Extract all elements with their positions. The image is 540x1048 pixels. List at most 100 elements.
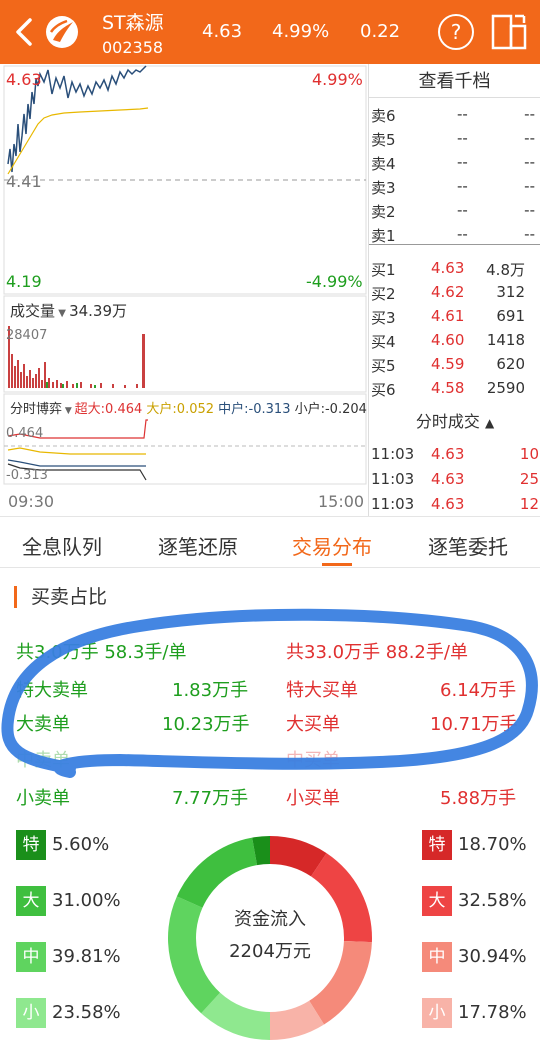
ask-row: 卖1 -- -- xyxy=(369,222,540,246)
tab-bar: 全息队列 逐笔还原 交易分布 逐笔委托 xyxy=(0,516,540,568)
ask-volume: -- xyxy=(524,129,535,147)
volume-label[interactable]: 成交量 ▼ 34.39万 xyxy=(10,300,127,321)
sell-value-s: 7.77万手 xyxy=(172,788,249,809)
sell-value-l: 10.23万手 xyxy=(162,714,250,735)
tab-tick-restore[interactable]: 逐笔还原 xyxy=(158,531,238,560)
trade-time: 11:03 xyxy=(371,445,415,463)
buy-total: 共33.0万手 88.2手/单 xyxy=(286,642,468,663)
trade-price: 4.63 xyxy=(431,445,465,463)
help-button[interactable]: ? xyxy=(438,14,474,50)
bid-label: 买4 xyxy=(371,333,396,351)
bid-price: 4.60 xyxy=(431,331,465,349)
bid-price: 4.62 xyxy=(431,283,465,301)
order-book-panel: 查看千档 卖6 -- -- 卖5 -- -- 卖4 -- -- 卖3 -- -- 卖2 -- -- 卖1 -- -… xyxy=(368,64,540,516)
back-arrow-icon[interactable] xyxy=(8,14,38,50)
tab-trade-distribution[interactable]: 交易分布 xyxy=(292,531,372,560)
ask-row: 卖4 -- -- xyxy=(369,150,540,174)
stock-name: ST森源 xyxy=(102,12,164,34)
ask-row: 卖3 -- -- xyxy=(369,174,540,198)
ask-volume: -- xyxy=(524,201,535,219)
ask-price: -- xyxy=(457,201,468,219)
app-logo-icon xyxy=(46,16,78,48)
bid-volume: 2590 xyxy=(486,379,525,397)
trade-row: 11:03 4.63 25 xyxy=(369,467,540,491)
low-price-label: 4.19 xyxy=(6,272,42,291)
current-price: 4.63 xyxy=(202,21,243,42)
section-title: 买卖占比 xyxy=(14,586,107,608)
game-top-label: 0.464 xyxy=(6,426,44,441)
buy-value-xl: 6.14万手 xyxy=(440,680,517,701)
buy-label-m: 中买单 xyxy=(286,750,340,771)
trade-time: 11:03 xyxy=(371,495,415,513)
trade-volume: 12 xyxy=(519,495,539,513)
bid-row: 买4 4.60 1418 xyxy=(369,328,540,352)
ask-price: -- xyxy=(457,177,468,195)
bid-label: 买3 xyxy=(371,309,396,327)
trade-price: 4.63 xyxy=(431,495,465,513)
bid-price: 4.59 xyxy=(431,355,465,373)
bid-price: 4.58 xyxy=(431,379,465,397)
change-amount: 0.22 xyxy=(360,21,401,42)
ask-row: 卖2 -- -- xyxy=(369,198,540,222)
high-pct-label: 4.99% xyxy=(312,70,363,89)
bid-price: 4.61 xyxy=(431,307,465,325)
ask-volume: -- xyxy=(524,177,535,195)
low-pct-label: -4.99% xyxy=(306,272,363,291)
bid-volume: 312 xyxy=(496,283,525,301)
buy-label-l: 大买单 xyxy=(286,714,340,735)
time-end-label: 15:00 xyxy=(318,492,365,511)
ask-label: 卖5 xyxy=(371,131,396,149)
ask-label: 卖1 xyxy=(371,227,396,245)
ask-volume: -- xyxy=(524,225,535,243)
bid-label: 买5 xyxy=(371,357,396,375)
trades-title[interactable]: 分时成交 ▲ xyxy=(369,408,540,432)
bid-volume: 620 xyxy=(496,355,525,373)
ask-volume: -- xyxy=(524,105,535,123)
sell-label-m: 中卖单 xyxy=(16,750,70,771)
bid-row: 买2 4.62 312 xyxy=(369,280,540,304)
sell-value-xl: 1.83万手 xyxy=(172,680,249,701)
time-start-label: 09:30 xyxy=(8,492,55,511)
change-percent: 4.99% xyxy=(272,21,330,42)
buy-label-s: 小买单 xyxy=(286,788,340,809)
buy-value-l: 10.71万手 xyxy=(430,714,518,735)
game-bottom-label: -0.313 xyxy=(6,468,48,483)
ask-row: 卖5 -- -- xyxy=(369,126,540,150)
bid-label: 买1 xyxy=(371,261,396,279)
sell-label-xl: 特大卖单 xyxy=(16,680,88,701)
bid-volume: 691 xyxy=(496,307,525,325)
trade-row: 11:03 4.63 12 xyxy=(369,492,540,516)
donut-center: 资金流入 2204万元 xyxy=(229,909,311,962)
trade-row: 11:03 4.63 10 xyxy=(369,442,540,466)
high-price-label: 4.63 xyxy=(6,70,42,89)
tab-tick-orders[interactable]: 逐笔委托 xyxy=(428,531,508,560)
trade-price: 4.63 xyxy=(431,470,465,488)
active-tab-indicator xyxy=(322,563,352,566)
trade-volume: 25 xyxy=(519,470,539,488)
bid-row: 买5 4.59 620 xyxy=(369,352,540,376)
game-large-line xyxy=(7,447,146,455)
top-bar: ST森源 002358 4.63 4.99% 0.22 ? xyxy=(0,0,540,64)
ask-row: 卖6 -- -- xyxy=(369,102,540,126)
ask-label: 卖6 xyxy=(371,107,396,125)
sell-label-l: 大卖单 xyxy=(16,714,70,735)
ask-label: 卖2 xyxy=(371,203,396,221)
volume-max-label: 28407 xyxy=(6,328,48,343)
donut-slice-sell-1 xyxy=(176,837,258,908)
ask-label: 卖3 xyxy=(371,179,396,197)
ask-price: -- xyxy=(457,129,468,147)
tab-full-queue[interactable]: 全息队列 xyxy=(22,531,102,560)
landscape-toggle-icon[interactable] xyxy=(490,12,528,52)
ask-volume: -- xyxy=(524,153,535,171)
trade-volume: 10 xyxy=(519,445,539,463)
buy-value-s: 5.88万手 xyxy=(440,788,517,809)
game-legend[interactable]: 分时博弈 ▼ 超大:0.464 大户:0.052 中户:-0.313 小户:-0… xyxy=(10,398,367,417)
ask-price: -- xyxy=(457,105,468,123)
view-depth-button[interactable]: 查看千档 xyxy=(369,64,540,98)
bid-price: 4.63 xyxy=(431,259,465,277)
mid-price-label: 4.41 xyxy=(6,172,42,191)
bid-row: 买6 4.58 2590 xyxy=(369,376,540,400)
buy-label-xl: 特大买单 xyxy=(286,680,358,701)
bid-label: 买2 xyxy=(371,285,396,303)
sell-total: 共3.0万手 58.3手/单 xyxy=(16,642,187,663)
